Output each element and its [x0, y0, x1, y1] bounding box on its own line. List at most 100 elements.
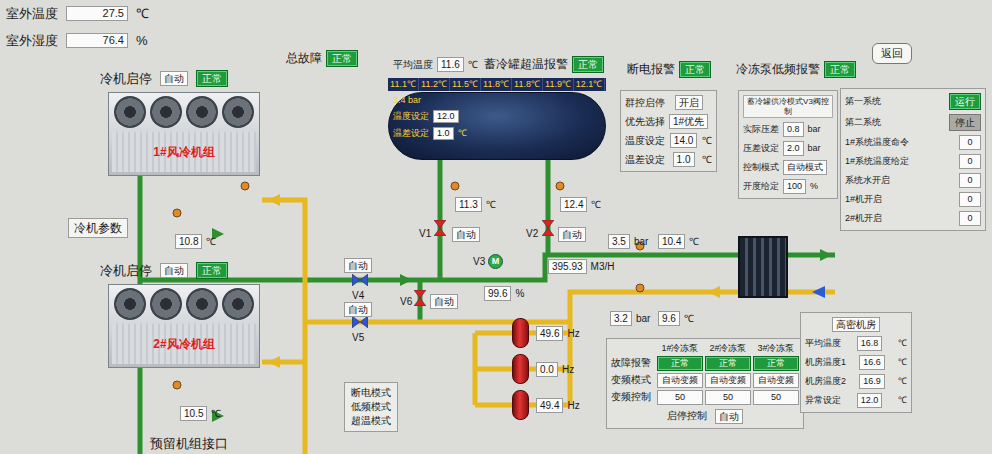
setting-value[interactable]: 0.8: [783, 122, 804, 137]
valve-icon[interactable]: [432, 222, 448, 234]
average-value: 11.6: [437, 57, 464, 72]
pump-start-value[interactable]: 自动: [715, 409, 743, 424]
system-button[interactable]: 停止: [949, 114, 981, 131]
outdoor-reading: 室外湿度76.4%: [6, 33, 148, 49]
valve-icon[interactable]: [412, 292, 428, 304]
pump-fault-status[interactable]: 正常: [753, 356, 799, 371]
mode-item: 超温模式: [351, 414, 391, 428]
setting-unit: ℃: [898, 395, 907, 406]
sensor-reading: 10.4℃: [658, 234, 699, 249]
motor-valve-icon[interactable]: M: [488, 254, 503, 269]
pump-cell[interactable]: 自动变频: [753, 373, 799, 388]
setting-value[interactable]: 14.0: [670, 133, 697, 148]
pump-cell[interactable]: 50: [657, 390, 703, 405]
setting-value[interactable]: 开启: [675, 95, 703, 110]
system-row: 1#系统温度命令0: [845, 135, 981, 150]
chiller-params-button[interactable]: 冷机参数: [68, 218, 128, 238]
pump-cell[interactable]: 50: [753, 390, 799, 405]
outdoor-unit: ℃: [136, 6, 149, 22]
chiller-start-label: 冷机启停: [100, 71, 152, 87]
pump-cell[interactable]: 自动变频: [657, 373, 703, 388]
setting-label: 温度设定: [393, 111, 429, 122]
pump-row-label: 故障报警: [611, 357, 655, 369]
setting-unit: ℃: [898, 357, 907, 368]
system-row-label: 系统水开启: [845, 175, 890, 186]
tank-average: 平均温度11.6℃: [393, 57, 478, 72]
status-button[interactable]: 正常: [196, 262, 228, 279]
setting-value[interactable]: 1#优先: [669, 114, 708, 129]
status-button[interactable]: 正常: [326, 50, 358, 67]
alarm-label: 断电报警: [627, 62, 675, 76]
reading-unit: ℃: [486, 199, 496, 211]
setting-value[interactable]: 16.9: [859, 374, 885, 389]
setting-row: 实际压差0.8bar: [743, 122, 833, 137]
valve-name: V4: [352, 290, 364, 302]
setting-value[interactable]: 2.0: [783, 141, 804, 156]
group-control-panel: 群控启停开启优先选择1#优先温度设定14.0℃温差设定1.0℃: [620, 90, 717, 172]
valve-mode[interactable]: 自动: [430, 294, 458, 309]
systems-panel: 第一系统运行第二系统停止1#系统温度命令01#系统温度给定0系统水开启01#机开…: [840, 88, 986, 231]
setting-row: 机房温度216.9℃: [805, 374, 907, 389]
pump-cell[interactable]: 自动变频: [705, 373, 751, 388]
pump-fault-status[interactable]: 正常: [657, 356, 703, 371]
valve-mode[interactable]: 自动: [558, 227, 586, 242]
fan-icon: [186, 288, 218, 320]
sensor-reading: 9.6℃: [658, 311, 694, 326]
pump-icon[interactable]: [512, 390, 529, 420]
reading-value: 10.5: [180, 406, 207, 421]
modes-box: 断电模式低频模式超温模式: [344, 382, 398, 432]
valve-name: V2: [526, 228, 538, 240]
setting-value[interactable]: 16.6: [859, 355, 885, 370]
hmi-canvas: 室外温度27.5℃室外湿度76.4%总故障正常蓄冷罐超温报警正常断电报警正常冷冻…: [0, 0, 992, 454]
pump-frequency: 0.0Hz: [536, 362, 574, 377]
valve-icon[interactable]: [352, 316, 368, 328]
mode-item: 低频模式: [351, 400, 391, 414]
tank-pressure: 3.4 bar: [393, 95, 467, 106]
v3-control-panel: 蓄冷罐供冷模式V3阀控制实际压差0.8bar压差设定2.0bar控制模式自动模式…: [738, 90, 838, 199]
setting-label: 平均温度: [805, 338, 841, 349]
valve-icon[interactable]: [352, 274, 368, 286]
alarm-indicator: 断电报警正常: [627, 61, 711, 78]
system-select: 第二系统停止: [845, 114, 981, 131]
setting-value[interactable]: 100: [783, 179, 806, 194]
pump-fault-status[interactable]: 正常: [705, 356, 751, 371]
valve-icon[interactable]: [540, 222, 556, 234]
setting-value[interactable]: 自动模式: [783, 160, 827, 175]
status-button[interactable]: 正常: [196, 70, 228, 87]
pump-frequency: 49.6Hz: [536, 326, 580, 341]
valve-name: V6: [400, 296, 412, 308]
system-row-value: 0: [959, 154, 981, 169]
valve-mode[interactable]: 自动: [344, 258, 372, 273]
setting-row: 优先选择1#优先: [625, 114, 712, 129]
pump-cell[interactable]: 50: [705, 390, 751, 405]
status-button[interactable]: 正常: [679, 61, 711, 78]
system-row: 1#机开启0: [845, 192, 981, 207]
pump-icon[interactable]: [512, 354, 529, 384]
setting-label: 温差设定: [625, 154, 665, 166]
setting-value[interactable]: 1.0: [673, 152, 695, 167]
pump-icon[interactable]: [512, 318, 529, 348]
setting-row: 异常设定 12.0 ℃: [805, 393, 907, 408]
valve-mode[interactable]: 自动: [344, 302, 372, 317]
valve-name: V1: [419, 228, 431, 240]
chiller-mode[interactable]: 自动: [160, 263, 188, 278]
status-button[interactable]: 正常: [572, 56, 604, 73]
tank-settings: 3.4 bar温度设定12.0温差设定1.0℃: [393, 95, 467, 140]
setting-value[interactable]: 16.8: [857, 336, 883, 351]
outdoor-reading: 室外温度27.5℃: [6, 6, 149, 22]
setting-label: 异常设定: [805, 395, 841, 406]
setting-value[interactable]: 1.0: [433, 127, 454, 140]
status-button[interactable]: 正常: [824, 61, 856, 78]
setting-value[interactable]: 12.0: [857, 393, 883, 408]
back-button[interactable]: 返回: [872, 43, 912, 64]
valve-mode[interactable]: 自动: [452, 227, 480, 242]
chiller-name: 1#风冷机组: [153, 145, 214, 159]
alarm-label: 总故障: [286, 51, 322, 65]
chiller-mode[interactable]: 自动: [160, 71, 188, 86]
system-row-label: 2#机开启: [845, 213, 882, 224]
system-button[interactable]: 运行: [949, 93, 981, 110]
setting-value[interactable]: 12.0: [433, 110, 459, 123]
setting-row: 平均温度16.8℃: [805, 336, 907, 351]
chiller-unit: 1#风冷机组: [108, 92, 260, 176]
tank-temp: 11.5℃: [450, 78, 481, 91]
